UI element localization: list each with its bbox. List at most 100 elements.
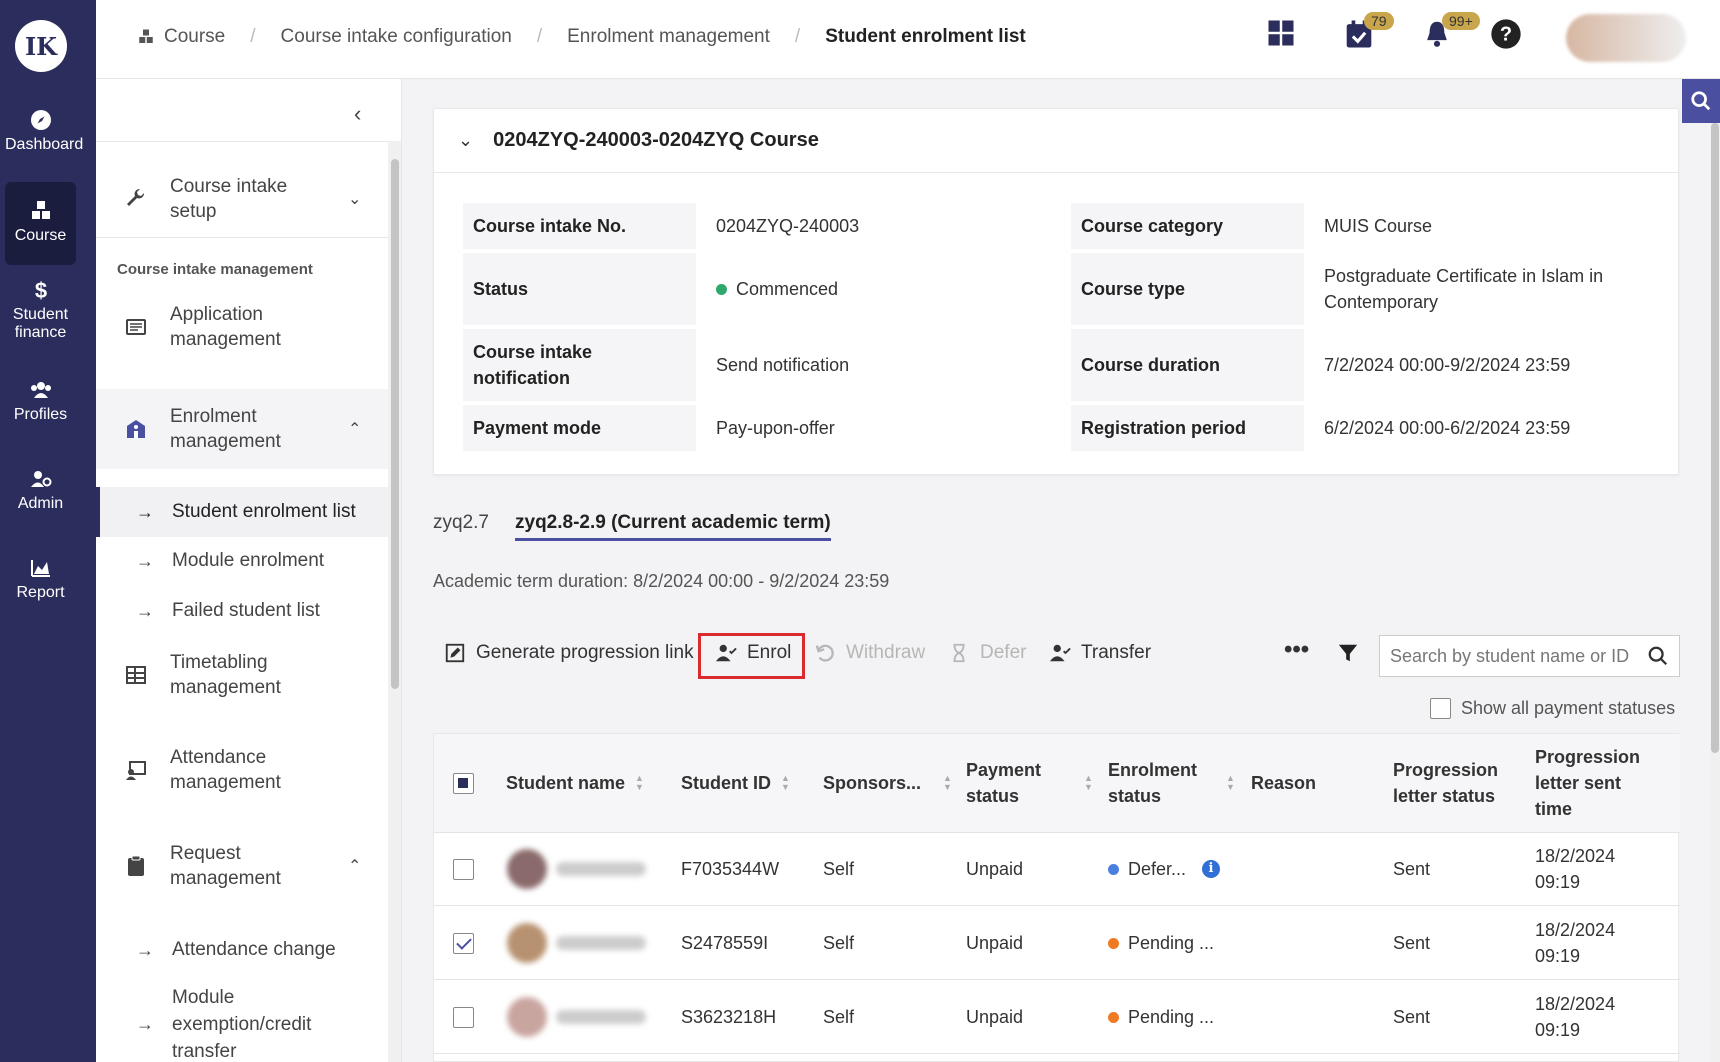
sent-time: 18/2/2024 09:19 bbox=[1535, 846, 1616, 892]
nav-failed-student-list[interactable]: → Failed student list bbox=[96, 586, 388, 636]
nav-attendance-change[interactable]: → Attendance change bbox=[96, 925, 388, 975]
header-label: Payment status bbox=[966, 760, 1042, 806]
transfer-button[interactable]: Transfer bbox=[1049, 642, 1151, 664]
card-header[interactable]: ⌄ 0204ZYQ-240003-0204ZYQ Course bbox=[434, 109, 1678, 173]
scrollbar-thumb[interactable] bbox=[391, 159, 399, 689]
col-enrolment-status[interactable]: Enrolment status ▲ ▼ bbox=[1108, 757, 1235, 809]
enrolment-status: Pending ... bbox=[1108, 1004, 1214, 1030]
nav-course-intake-setup[interactable]: Course intake setup ⌄ bbox=[96, 169, 388, 229]
nav-label: Attendance management bbox=[170, 747, 281, 793]
send-notification-link[interactable]: Send notification bbox=[696, 329, 1036, 401]
nav-enrolment-management[interactable]: Enrolment management ⌃ bbox=[96, 389, 388, 469]
show-all-checkbox[interactable] bbox=[1430, 698, 1451, 719]
registration-label: Registration period bbox=[1071, 405, 1304, 451]
show-all-payment-statuses[interactable]: Show all payment statuses bbox=[1430, 698, 1675, 719]
users-icon bbox=[30, 382, 51, 398]
tasks-calendar-icon[interactable]: 79 bbox=[1344, 12, 1394, 55]
category-label: Course category bbox=[1071, 203, 1304, 249]
help-icon[interactable]: ? bbox=[1490, 18, 1522, 55]
button-label: Generate progression link bbox=[476, 642, 694, 663]
app-logo[interactable]: IK bbox=[15, 20, 67, 72]
breadcrumb-enrolment-management[interactable]: Enrolment management bbox=[567, 26, 770, 48]
table-row[interactable]: F7035344W Self Unpaid Defer... i Sent 18… bbox=[434, 833, 1680, 906]
sort-icon[interactable]: ▲ ▼ bbox=[1084, 774, 1093, 792]
chevron-down-icon[interactable]: ⌄ bbox=[458, 130, 473, 151]
tab-zyq2-7[interactable]: zyq2.7 bbox=[433, 512, 489, 534]
nav-attendance-management[interactable]: Attendance management bbox=[96, 730, 388, 810]
nav-label: Request management bbox=[170, 843, 281, 889]
nav-label: Application management bbox=[170, 304, 281, 350]
button-label: Defer bbox=[980, 642, 1027, 663]
col-payment-status[interactable]: Payment status ▲ ▼ bbox=[966, 757, 1093, 809]
more-options-icon[interactable]: ••• bbox=[1284, 636, 1309, 664]
rail-item-dashboard[interactable]: Dashboard bbox=[5, 108, 83, 154]
defer-button[interactable]: Defer bbox=[948, 642, 1026, 664]
scrollbar-thumb[interactable] bbox=[1711, 123, 1719, 753]
nav-timetabling-management[interactable]: Timetabling management bbox=[96, 635, 388, 715]
rail-item-admin[interactable]: Admin bbox=[5, 467, 76, 513]
search-icon[interactable] bbox=[1647, 645, 1669, 667]
arrow-right-icon: → bbox=[136, 550, 154, 571]
col-student-id[interactable]: Student ID ▲ ▼ bbox=[681, 770, 790, 796]
nav-label: Attendance change bbox=[172, 939, 336, 960]
status-text: Commenced bbox=[736, 279, 839, 299]
nav-student-enrolment-list[interactable]: → Student enrolment list bbox=[96, 487, 388, 537]
table-row[interactable]: S2478559I Self Unpaid Pending ... Sent 1… bbox=[434, 907, 1680, 980]
svg-text:?: ? bbox=[1500, 24, 1512, 46]
table-row[interactable]: S3623218H Self Unpaid Pending ... Sent 1… bbox=[434, 981, 1680, 1054]
letter-status: Sent bbox=[1393, 859, 1431, 879]
sponsor: Self bbox=[823, 933, 855, 953]
search-placeholder: Search by student name or ID bbox=[1390, 645, 1630, 666]
nav-application-management[interactable]: Application management bbox=[96, 297, 388, 357]
user-avatar[interactable] bbox=[1566, 14, 1686, 62]
sort-icon[interactable]: ▲ ▼ bbox=[635, 774, 644, 792]
header-label: Sponsors... bbox=[823, 773, 922, 793]
main-scrollbar[interactable] bbox=[1710, 123, 1720, 1062]
apps-grid-icon[interactable] bbox=[1266, 18, 1296, 53]
status-dot bbox=[716, 283, 727, 295]
school-icon bbox=[127, 420, 145, 438]
student-search-input[interactable]: Search by student name or ID bbox=[1379, 635, 1680, 677]
top-bar: Course / Course intake configuration / E… bbox=[96, 0, 1720, 79]
rail-item-course[interactable]: Course bbox=[5, 182, 76, 265]
rail-item-profiles[interactable]: Profiles bbox=[5, 378, 76, 424]
collapse-sidebar-icon[interactable]: ‹ bbox=[354, 101, 361, 127]
user-transfer-icon bbox=[1049, 644, 1071, 662]
status-dot bbox=[1108, 863, 1119, 875]
info-icon[interactable]: i bbox=[1202, 860, 1221, 878]
payment-status: Unpaid bbox=[966, 859, 1024, 879]
chevron-up-icon: ⌃ bbox=[348, 857, 362, 875]
generate-progression-link-button[interactable]: Generate progression link bbox=[444, 642, 694, 664]
nav-module-exemption[interactable]: → Module exemption/credit transfer bbox=[96, 987, 388, 1062]
sort-icon[interactable]: ▲ ▼ bbox=[943, 774, 952, 792]
breadcrumb-course[interactable]: Course bbox=[164, 26, 225, 48]
course-info-card: ⌄ 0204ZYQ-240003-0204ZYQ Course Course i… bbox=[433, 108, 1679, 475]
tab-current-term[interactable]: zyq2.8-2.9 (Current academic term) bbox=[515, 512, 831, 541]
row-checkbox[interactable] bbox=[453, 1007, 474, 1028]
rail-item-report[interactable]: Report bbox=[5, 556, 76, 602]
header-label: Student ID bbox=[681, 773, 771, 793]
attendance-icon bbox=[126, 761, 146, 780]
nav-request-management[interactable]: Request management ⌃ bbox=[96, 826, 388, 906]
sidenav-scrollbar[interactable] bbox=[388, 141, 401, 1062]
nav-module-enrolment[interactable]: → Module enrolment bbox=[96, 536, 388, 586]
sort-icon[interactable]: ▲ ▼ bbox=[781, 774, 790, 792]
breadcrumb-intake-config[interactable]: Course intake configuration bbox=[281, 26, 512, 48]
section-label: Course intake management bbox=[117, 261, 313, 278]
sort-icon[interactable]: ▲ ▼ bbox=[1226, 774, 1235, 792]
col-student-name[interactable]: Student name ▲ ▼ bbox=[506, 770, 644, 796]
filter-icon[interactable] bbox=[1337, 642, 1359, 664]
payment-mode-label: Payment mode bbox=[463, 405, 696, 451]
select-all-checkbox[interactable] bbox=[453, 773, 474, 794]
nav-label: Course intake setup bbox=[170, 176, 288, 222]
col-sponsor[interactable]: Sponsors... ▲ ▼ bbox=[823, 770, 952, 796]
row-checkbox[interactable] bbox=[453, 859, 474, 880]
status-text: Pending ... bbox=[1128, 933, 1215, 953]
bell-icon[interactable]: 99+ bbox=[1422, 12, 1480, 55]
floating-search-button[interactable] bbox=[1682, 79, 1720, 123]
withdraw-button[interactable]: Withdraw bbox=[814, 642, 925, 664]
divider bbox=[96, 237, 388, 238]
rail-item-student-finance[interactable]: $ Student finance bbox=[5, 278, 76, 342]
row-checkbox[interactable] bbox=[453, 933, 474, 954]
student-table: Student name ▲ ▼ Student ID ▲ ▼ Sponsors..… bbox=[433, 733, 1680, 1062]
